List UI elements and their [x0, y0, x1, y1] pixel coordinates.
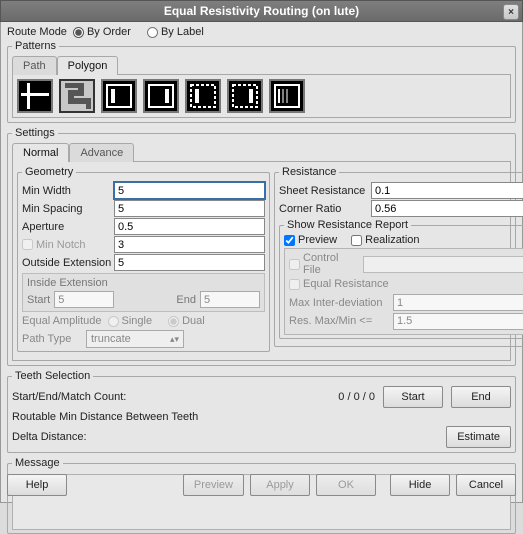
tab-polygon[interactable]: Polygon — [57, 56, 119, 75]
equal-amplitude-row: Equal Amplitude Single Dual — [22, 315, 265, 327]
tab-path[interactable]: Path — [12, 56, 57, 75]
pattern-swatch-3[interactable] — [101, 79, 137, 113]
realization-check[interactable]: Realization — [351, 234, 419, 246]
min-width-label: Min Width — [22, 185, 114, 197]
cancel-button[interactable]: Cancel — [456, 474, 516, 496]
tab-advance[interactable]: Advance — [69, 143, 134, 162]
route-mode-by-label[interactable]: By Label — [147, 26, 204, 38]
control-file-input — [363, 256, 523, 273]
apply-button[interactable]: Apply — [250, 474, 310, 496]
inside-extension-group: Inside Extension Start End — [22, 273, 265, 312]
titlebar: Equal Resistivity Routing (on lute) × — [0, 0, 523, 22]
preview-button[interactable]: Preview — [183, 474, 244, 496]
outside-ext-input[interactable] — [114, 254, 265, 271]
button-bar: Help Preview Apply OK Hide Cancel — [7, 474, 516, 496]
pattern-swatch-7[interactable] — [269, 79, 305, 113]
resistance-group: Resistance Sheet Resistance Corner Ratio… — [274, 166, 523, 347]
aperture-input[interactable] — [114, 218, 265, 235]
estimate-button[interactable]: Estimate — [446, 426, 511, 448]
routable-label: Routable Min Distance Between Teeth — [12, 411, 511, 423]
resistance-legend: Resistance — [279, 166, 339, 178]
geometry-legend: Geometry — [22, 166, 76, 178]
min-spacing-label: Min Spacing — [22, 203, 114, 215]
by-label-radio[interactable] — [147, 27, 158, 38]
control-file-check: Control File — [289, 252, 357, 276]
patterns-tabbar: Path Polygon — [12, 56, 511, 75]
pattern-swatch-4[interactable] — [143, 79, 179, 113]
preview-check[interactable]: Preview — [284, 234, 337, 246]
inside-start-input — [54, 291, 114, 308]
close-icon: × — [508, 7, 514, 18]
hide-button[interactable]: Hide — [390, 474, 450, 496]
start-end-match-label: Start/End/Match Count: — [12, 391, 330, 403]
teeth-group: Teeth Selection Start/End/Match Count: 0… — [7, 370, 516, 453]
report-sub-group: Control File … Equal Resistance Max Inte… — [284, 248, 523, 335]
pattern-swatch-2[interactable] — [59, 79, 95, 113]
route-mode-by-order[interactable]: By Order — [73, 26, 131, 38]
sheet-resistance-input[interactable] — [371, 182, 523, 199]
chevron-updown-icon: ▴▾ — [170, 334, 179, 345]
route-mode-label: Route Mode — [7, 26, 67, 38]
path-type-combo: truncate ▴▾ — [86, 330, 184, 348]
pattern-swatch-5[interactable] — [185, 79, 221, 113]
settings-panel: Geometry Min Width Min Spacing Aperture — [12, 161, 511, 361]
min-notch-input[interactable] — [114, 236, 265, 253]
start-end-match-value: 0 / 0 / 0 — [338, 391, 375, 403]
tab-normal[interactable]: Normal — [12, 143, 69, 162]
settings-legend: Settings — [12, 127, 58, 139]
min-spacing-input[interactable] — [114, 200, 265, 217]
help-button[interactable]: Help — [7, 474, 67, 496]
patterns-legend: Patterns — [12, 40, 59, 52]
settings-group: Settings Normal Advance Geometry Min Wid… — [7, 127, 516, 366]
equal-resistance-check: Equal Resistance — [289, 278, 389, 290]
geometry-group: Geometry Min Width Min Spacing Aperture — [17, 166, 270, 352]
teeth-start-button[interactable]: Start — [383, 386, 443, 408]
ok-button[interactable]: OK — [316, 474, 376, 496]
min-width-input[interactable] — [114, 182, 265, 199]
outside-ext-label: Outside Extension — [22, 257, 114, 269]
max-inter-dev-input — [393, 294, 523, 311]
route-mode-row: Route Mode By Order By Label — [7, 26, 516, 38]
inside-end-input — [200, 291, 260, 308]
delta-distance-label: Delta Distance: — [12, 431, 438, 443]
resistance-report-group: Show Resistance Report Preview Realizati… — [279, 219, 523, 339]
min-notch-check[interactable]: Min Notch — [22, 239, 114, 251]
patterns-panel — [12, 74, 511, 118]
patterns-group: Patterns Path Polygon — [7, 40, 516, 123]
window-close-button[interactable]: × — [503, 4, 519, 20]
by-order-radio[interactable] — [73, 27, 84, 38]
aperture-label: Aperture — [22, 221, 114, 233]
res-maxmin-input — [393, 313, 523, 330]
corner-ratio-input[interactable] — [371, 200, 523, 217]
pattern-swatch-6[interactable] — [227, 79, 263, 113]
window-title: Equal Resistivity Routing (on lute) — [164, 4, 359, 18]
teeth-end-button[interactable]: End — [451, 386, 511, 408]
pattern-swatch-1[interactable] — [17, 79, 53, 113]
